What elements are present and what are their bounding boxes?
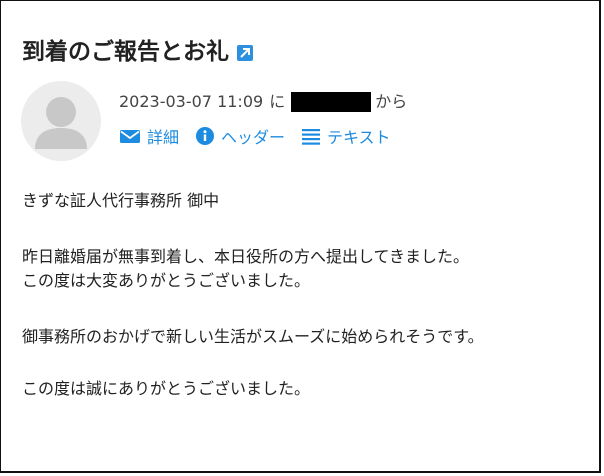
info-icon (196, 127, 215, 145)
subject-text: 到着のご報告とお礼 (22, 39, 229, 65)
person-icon (35, 97, 87, 149)
email-viewer: 到着のご報告とお礼 2023-03-07 11:09 に から 詳細 ヘッダー … (0, 0, 601, 473)
email-actions: 詳細 ヘッダー テキスト (119, 124, 407, 148)
email-meta: 2023-03-07 11:09 に から (119, 91, 407, 113)
body-greeting: きずな証人代行事務所 御中 (22, 191, 220, 210)
external-link-icon[interactable] (237, 45, 253, 61)
sender-avatar (21, 81, 101, 161)
redacted-sender (291, 92, 372, 112)
email-date: 2023-03-07 11:09 (119, 92, 264, 111)
details-label: 詳細 (147, 128, 180, 147)
text-lines-icon (302, 129, 321, 145)
details-button[interactable]: 詳細 (119, 124, 179, 148)
text-label: テキスト (327, 128, 391, 147)
body-line-3: 御事務所のおかげで新しい生活がスムーズに始められそうです。 (22, 327, 484, 346)
headers-button[interactable]: ヘッダー (195, 124, 285, 148)
email-subject: 到着のご報告とお礼 (22, 37, 253, 67)
body-line-4: この度は誠にありがとうございました。 (22, 379, 311, 398)
text-button[interactable]: テキスト (301, 124, 391, 148)
envelope-icon (120, 130, 140, 143)
from-suffix: から (375, 92, 408, 111)
body-line-2: この度は大変ありがとうございました。 (22, 271, 311, 290)
body-line-1: 昨日離婚届が無事到着し、本日役所の方へ提出してきました。 (22, 247, 470, 266)
email-body: きずな証人代行事務所 御中 昨日離婚届が無事到着し、本日役所の方へ提出してきまし… (22, 189, 592, 401)
headers-label: ヘッダー (221, 128, 286, 147)
from-prefix: に (269, 92, 286, 111)
